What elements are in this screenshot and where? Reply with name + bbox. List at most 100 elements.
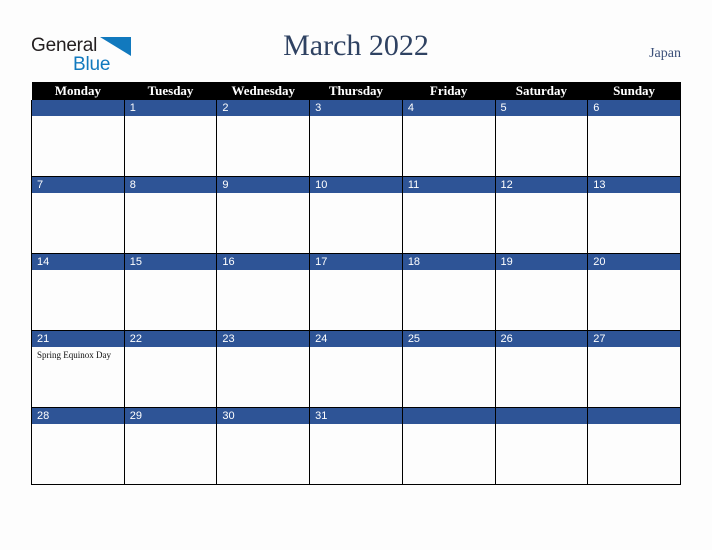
day-number — [32, 100, 124, 116]
day-number: 27 — [588, 331, 680, 347]
day-cell-empty[interactable] — [587, 407, 681, 485]
day-cell-27[interactable]: 27 — [587, 330, 681, 408]
day-cell-3[interactable]: 3 — [309, 100, 403, 177]
day-cell-content — [32, 100, 124, 176]
day-cell-22[interactable]: 22 — [123, 330, 218, 408]
country-label: Japan — [649, 46, 681, 61]
day-cell-content: 26 — [495, 331, 588, 407]
calendar-grid: Monday Tuesday Wednesday Thursday Friday Satu… — [31, 82, 681, 485]
day-number: 6 — [588, 100, 680, 116]
day-cell-6[interactable]: 6 — [587, 100, 681, 177]
day-number: 16 — [217, 254, 310, 270]
day-cell-content: 8 — [124, 177, 217, 253]
calendar-page: General Blue March 2022 Japan Monday Tues… — [0, 0, 712, 550]
day-number: 4 — [402, 100, 495, 116]
calendar-week-row: 21 Spring Equinox Day 22 23 24 25 26 27 — [31, 330, 681, 408]
day-number: 15 — [124, 254, 217, 270]
day-number — [402, 408, 495, 424]
day-cell-25[interactable]: 25 — [401, 330, 496, 408]
weekday-header-saturday: Saturday — [495, 82, 588, 100]
day-cell-12[interactable]: 12 — [494, 176, 589, 254]
day-cell-content: 21 Spring Equinox Day — [32, 331, 124, 407]
day-number: 22 — [124, 331, 217, 347]
calendar-week-row: 7 8 9 10 11 12 13 — [31, 176, 681, 254]
day-cell-content: 11 — [402, 177, 495, 253]
day-cell-content: 22 — [124, 331, 217, 407]
day-number: 10 — [310, 177, 402, 193]
day-cell-30[interactable]: 30 — [216, 407, 311, 485]
weekday-header-monday: Monday — [31, 82, 125, 100]
day-events: Spring Equinox Day — [32, 347, 124, 360]
day-number: 25 — [402, 331, 495, 347]
day-cell-14[interactable]: 14 — [31, 253, 125, 331]
day-number: 31 — [310, 408, 402, 424]
day-number: 19 — [495, 254, 588, 270]
day-cell-content: 5 — [495, 100, 588, 176]
page-header: General Blue March 2022 Japan — [0, 0, 712, 82]
day-cell-1[interactable]: 1 — [123, 100, 218, 177]
day-cell-10[interactable]: 10 — [309, 176, 403, 254]
day-cell-content: 25 — [402, 331, 495, 407]
day-cell-empty[interactable] — [31, 100, 125, 177]
day-cell-5[interactable]: 5 — [494, 100, 589, 177]
day-cell-20[interactable]: 20 — [587, 253, 681, 331]
day-cell-content — [402, 408, 495, 484]
calendar-body: 1 2 3 4 5 6 7 8 9 10 11 12 13 14 15 16 17 18 19 20 21 Spring … — [31, 100, 681, 485]
day-cell-content: 16 — [217, 254, 310, 330]
day-cell-31[interactable]: 31 — [309, 407, 403, 485]
day-cell-content: 28 — [32, 408, 124, 484]
day-number: 17 — [310, 254, 402, 270]
day-cell-content — [495, 408, 588, 484]
day-cell-16[interactable]: 16 — [216, 253, 311, 331]
day-number: 20 — [588, 254, 680, 270]
day-cell-26[interactable]: 26 — [494, 330, 589, 408]
day-number: 5 — [495, 100, 588, 116]
holiday-label: Spring Equinox Day — [37, 350, 111, 360]
day-number: 2 — [217, 100, 310, 116]
day-cell-content: 18 — [402, 254, 495, 330]
day-number — [588, 408, 680, 424]
day-cell-29[interactable]: 29 — [123, 407, 218, 485]
day-cell-content: 24 — [310, 331, 402, 407]
day-cell-21[interactable]: 21 Spring Equinox Day — [31, 330, 125, 408]
day-number: 1 — [124, 100, 217, 116]
day-cell-7[interactable]: 7 — [31, 176, 125, 254]
day-cell-empty[interactable] — [401, 407, 496, 485]
day-cell-content: 1 — [124, 100, 217, 176]
day-cell-18[interactable]: 18 — [401, 253, 496, 331]
day-number: 3 — [310, 100, 402, 116]
weekday-header-wednesday: Wednesday — [216, 82, 310, 100]
day-cell-19[interactable]: 19 — [494, 253, 589, 331]
day-number: 13 — [588, 177, 680, 193]
day-cell-15[interactable]: 15 — [123, 253, 218, 331]
day-cell-4[interactable]: 4 — [401, 100, 496, 177]
day-number: 29 — [124, 408, 217, 424]
day-cell-17[interactable]: 17 — [309, 253, 403, 331]
day-cell-content: 12 — [495, 177, 588, 253]
day-number: 21 — [32, 331, 124, 347]
day-cell-24[interactable]: 24 — [309, 330, 403, 408]
day-cell-content: 23 — [217, 331, 310, 407]
day-cell-content: 13 — [588, 177, 680, 253]
day-cell-28[interactable]: 28 — [31, 407, 125, 485]
day-cell-content: 7 — [32, 177, 124, 253]
page-title: March 2022 — [283, 29, 429, 62]
weekday-header-row: Monday Tuesday Wednesday Thursday Friday Satu… — [31, 82, 681, 100]
day-number: 24 — [310, 331, 402, 347]
day-cell-23[interactable]: 23 — [216, 330, 311, 408]
day-cell-11[interactable]: 11 — [401, 176, 496, 254]
weekday-header-friday: Friday — [402, 82, 496, 100]
day-cell-content: 20 — [588, 254, 680, 330]
day-cell-13[interactable]: 13 — [587, 176, 681, 254]
day-number: 18 — [402, 254, 495, 270]
weekday-header-sunday: Sunday — [587, 82, 681, 100]
day-cell-9[interactable]: 9 — [216, 176, 311, 254]
day-number: 30 — [217, 408, 310, 424]
day-cell-content: 10 — [310, 177, 402, 253]
day-number: 23 — [217, 331, 310, 347]
day-cell-8[interactable]: 8 — [123, 176, 218, 254]
day-cell-content — [588, 408, 680, 484]
day-cell-empty[interactable] — [494, 407, 589, 485]
day-cell-content: 9 — [217, 177, 310, 253]
day-cell-2[interactable]: 2 — [216, 100, 311, 177]
